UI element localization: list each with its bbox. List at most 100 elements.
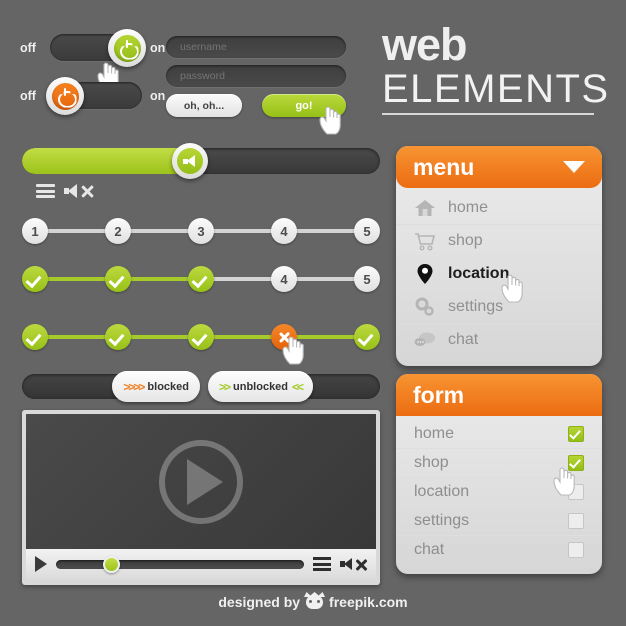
toggle-on-label: on — [150, 40, 166, 55]
check-icon — [111, 332, 125, 343]
menu-item-label: location — [448, 265, 510, 282]
menu-panel-title: menu — [413, 153, 475, 180]
toggle-off-label: off — [20, 40, 36, 55]
blocked-slider-handle[interactable]: >>>> blocked — [112, 371, 200, 402]
volume-fill — [22, 148, 191, 174]
menu-panel[interactable]: menu home shop location settings chat — [396, 146, 602, 366]
unblocked-slider[interactable]: >> unblocked << — [208, 371, 380, 402]
toggle-knob[interactable] — [108, 29, 146, 67]
form-panel-header: form — [396, 374, 602, 416]
page-title: web ELEMENTS — [382, 22, 610, 115]
chat-icon — [414, 329, 436, 351]
footer-brand: freepik.com — [329, 594, 408, 610]
checkbox-settings[interactable] — [568, 513, 584, 529]
video-progress-track[interactable] — [56, 555, 304, 573]
checkbox-chat[interactable] — [568, 542, 584, 558]
step-node[interactable] — [22, 324, 48, 350]
checkbox-shop[interactable] — [568, 455, 584, 471]
step-node[interactable]: 5 — [354, 218, 380, 244]
gears-icon — [414, 296, 436, 318]
power-icon — [120, 39, 135, 56]
chevrons-right-icon: >>>> — [123, 379, 145, 394]
volume-handle-face — [177, 148, 204, 174]
play-button[interactable] — [35, 556, 47, 572]
form-panel-body: home shop location settings chat — [396, 416, 602, 574]
check-icon — [360, 332, 374, 343]
step-node[interactable] — [188, 324, 214, 350]
step-node[interactable] — [354, 324, 380, 350]
menu-item-settings[interactable]: settings — [396, 291, 602, 324]
step-node[interactable]: 4 — [271, 218, 297, 244]
step-node[interactable] — [105, 266, 131, 292]
play-icon[interactable] — [159, 439, 243, 524]
step-node[interactable]: 4 — [271, 266, 297, 292]
video-player[interactable] — [22, 410, 380, 585]
form-panel-title: form — [413, 381, 465, 408]
username-input[interactable] — [166, 36, 346, 58]
menu-item-home[interactable]: home — [396, 192, 602, 225]
unblocked-label: unblocked — [233, 380, 289, 393]
check-icon — [111, 274, 125, 285]
form-panel[interactable]: form home shop location settings chat — [396, 374, 602, 574]
stepper-error[interactable] — [22, 324, 380, 350]
menu-panel-header[interactable]: menu — [396, 146, 602, 188]
submit-button[interactable]: go! — [262, 94, 346, 117]
toggle-track[interactable] — [50, 29, 146, 67]
form-row-label: chat — [414, 541, 445, 558]
step-node[interactable] — [105, 324, 131, 350]
toggle-on-label: on — [150, 88, 166, 103]
hamburger-icon[interactable] — [36, 184, 55, 198]
blocked-slider[interactable]: >>>> blocked — [22, 371, 200, 402]
chevron-down-icon[interactable] — [563, 161, 585, 173]
form-row-settings[interactable]: settings — [396, 507, 602, 536]
step-node[interactable]: 2 — [105, 218, 131, 244]
cart-icon — [414, 230, 436, 252]
stepper-partial[interactable]: 4 5 — [22, 266, 380, 292]
menu-item-chat[interactable]: chat — [396, 324, 602, 356]
video-controls[interactable] — [26, 549, 376, 579]
check-icon — [571, 459, 581, 467]
stepper-numbered[interactable]: 1 2 3 4 5 — [22, 218, 380, 244]
speaker-mute-icon[interactable] — [64, 184, 94, 198]
menu-item-label: shop — [448, 232, 483, 249]
menu-item-location[interactable]: location — [396, 258, 602, 291]
toggle-knob-face — [113, 34, 141, 62]
title-line-elements: ELEMENTS — [382, 67, 610, 111]
volume-handle[interactable] — [172, 143, 209, 179]
password-input[interactable] — [166, 65, 346, 87]
menu-item-shop[interactable]: shop — [396, 225, 602, 258]
step-node[interactable] — [188, 266, 214, 292]
form-row-home[interactable]: home — [396, 420, 602, 449]
form-row-label: location — [414, 483, 470, 500]
video-progress-handle[interactable] — [102, 555, 120, 573]
toggle-knob-face — [51, 82, 79, 110]
step-node[interactable]: 5 — [354, 266, 380, 292]
step-node-error[interactable] — [271, 324, 297, 350]
cancel-button[interactable]: oh, oh... — [166, 94, 242, 117]
form-row-chat[interactable]: chat — [396, 536, 602, 564]
toggle-track[interactable] — [46, 77, 142, 115]
freepik-logo-icon — [306, 595, 324, 609]
step-node[interactable]: 3 — [188, 218, 214, 244]
step-node[interactable] — [22, 266, 48, 292]
video-screen[interactable] — [26, 414, 376, 549]
form-row-shop[interactable]: shop — [396, 449, 602, 478]
map-pin-icon — [414, 263, 436, 285]
title-line-web: web — [382, 19, 468, 70]
hamburger-icon[interactable] — [313, 557, 331, 571]
footer-prefix: designed by — [218, 594, 301, 610]
toggle-knob[interactable] — [46, 77, 84, 115]
poster-canvas: web ELEMENTS off on off on username oh, … — [0, 0, 626, 626]
checkbox-home[interactable] — [568, 426, 584, 442]
footer-credit: designed by freepik.com — [0, 594, 626, 610]
volume-slider[interactable] — [22, 143, 380, 179]
toggle-switch-green[interactable]: off on — [20, 29, 166, 67]
step-node[interactable]: 1 — [22, 218, 48, 244]
blocked-label: blocked — [147, 380, 189, 393]
form-row-label: home — [414, 425, 455, 442]
speaker-mute-icon[interactable] — [340, 557, 367, 571]
toggle-switch-orange[interactable]: off on — [20, 77, 166, 115]
unblocked-slider-handle[interactable]: >> unblocked << — [208, 371, 314, 402]
checkbox-location[interactable] — [568, 484, 584, 500]
form-row-location[interactable]: location — [396, 478, 602, 507]
